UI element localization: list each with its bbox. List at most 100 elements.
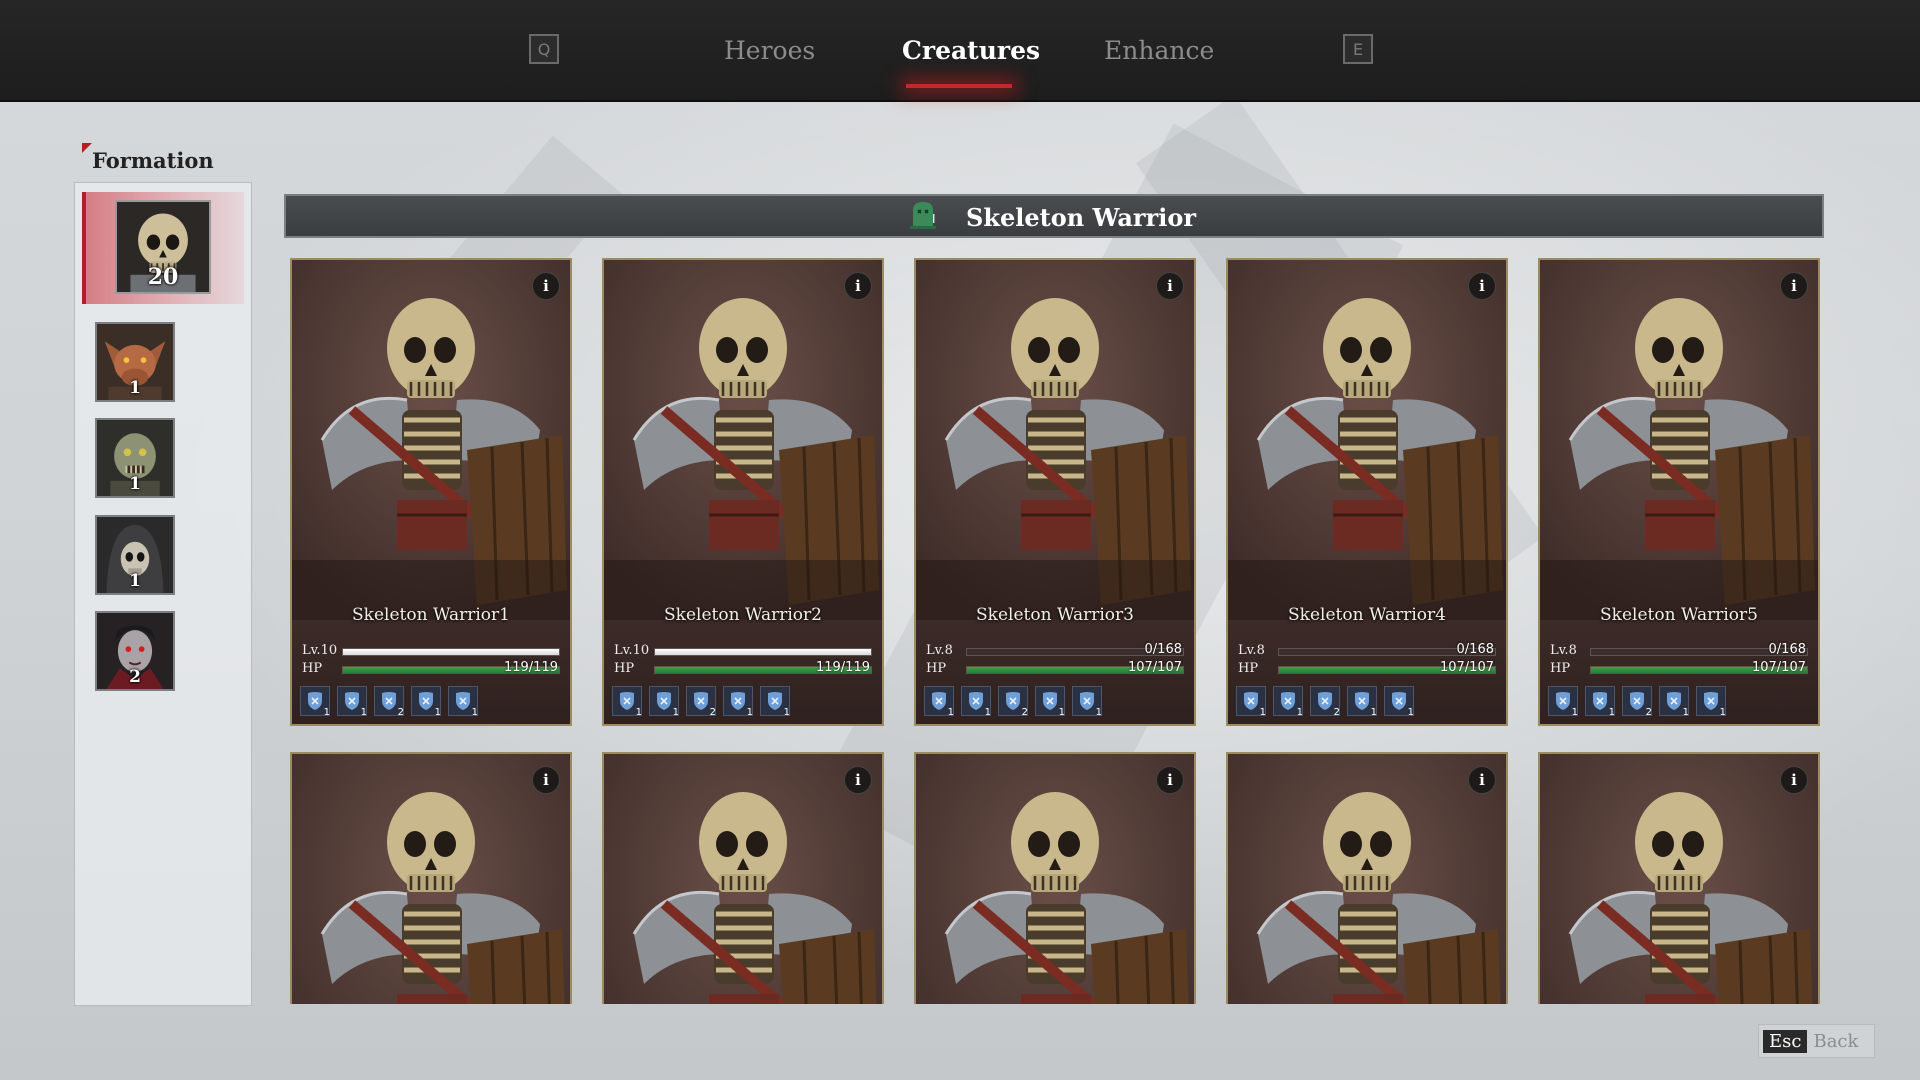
skill-level: 2 <box>397 707 404 718</box>
level-row: Lv.10 <box>302 643 560 658</box>
skill-level: 1 <box>783 707 790 718</box>
back-button[interactable]: Esc Back <box>1758 1024 1876 1058</box>
level-label: Lv.8 <box>1550 643 1577 658</box>
skill-level: 1 <box>746 707 753 718</box>
skill-slot[interactable]: 2 <box>1622 686 1652 718</box>
tab-heroes[interactable]: Heroes <box>724 36 815 65</box>
skill-list: 1 1 2 1 1 <box>300 686 478 718</box>
creature-card[interactable]: i Skeleton Warrior5 Lv.8 0/168 HP 107/10… <box>1538 258 1820 726</box>
skill-slot[interactable]: 1 <box>924 686 954 718</box>
card-info-button[interactable]: i <box>844 766 872 794</box>
hp-row: HP 119/119 <box>614 660 872 676</box>
tab-creatures[interactable]: Creatures <box>902 36 1040 65</box>
level-label: Lv.10 <box>614 643 650 658</box>
hp-label: HP <box>1550 661 1571 676</box>
unit-type-header: I Skeleton Warrior <box>284 194 1824 238</box>
creature-card[interactable]: i Skeleton Warrior3 Lv.8 0/168 HP 107/10… <box>914 258 1196 726</box>
skill-level: 1 <box>947 707 954 718</box>
formation-slot-vampire[interactable]: 2 <box>95 611 175 691</box>
skill-slot[interactable]: 1 <box>1659 686 1689 718</box>
creature-card[interactable]: i Skeleton Warrior2 Lv.10 HP 119/119 1 1… <box>602 258 884 726</box>
level-label: Lv.10 <box>302 643 338 658</box>
card-info-button[interactable]: i <box>1156 766 1184 794</box>
creature-card[interactable]: i <box>1538 752 1820 1004</box>
formation-marker <box>82 143 92 153</box>
skill-slot[interactable]: 1 <box>612 686 642 718</box>
skill-level: 1 <box>1571 707 1578 718</box>
skill-slot[interactable]: 1 <box>337 686 367 718</box>
hp-row: HP 119/119 <box>302 660 560 676</box>
tab-enhance[interactable]: Enhance <box>1104 36 1214 65</box>
formation-slot-hooded-skeleton[interactable]: 1 <box>95 515 175 595</box>
card-info-button[interactable]: i <box>844 272 872 300</box>
hp-row: HP 107/107 <box>926 660 1184 676</box>
formation-slot-skeleton[interactable]: 20 <box>115 200 211 294</box>
skill-slot[interactable]: 1 <box>1696 686 1726 718</box>
formation-slot-zombie[interactable]: 1 <box>95 418 175 498</box>
skill-slot[interactable]: 2 <box>686 686 716 718</box>
card-unit-name: Skeleton Warrior1 <box>352 605 510 625</box>
skill-level: 1 <box>1608 707 1615 718</box>
creature-card[interactable]: i <box>602 752 884 1004</box>
skill-level: 1 <box>1058 707 1065 718</box>
skill-level: 1 <box>360 707 367 718</box>
skeleton-warrior-art-icon <box>1540 260 1818 620</box>
skill-list: 1 1 2 1 1 <box>1548 686 1726 718</box>
skill-level: 1 <box>471 707 478 718</box>
level-label: Lv.8 <box>926 643 953 658</box>
card-info-button[interactable]: i <box>1780 272 1808 300</box>
card-info-button[interactable]: i <box>1780 766 1808 794</box>
formation-slot-kobold[interactable]: 1 <box>95 322 175 402</box>
skill-slot[interactable]: 2 <box>374 686 404 718</box>
card-info-button[interactable]: i <box>1468 766 1496 794</box>
skill-slot[interactable]: 1 <box>1273 686 1303 718</box>
top-nav-bar: Q Heroes Creatures Enhance E <box>0 0 1920 102</box>
skill-list: 1 1 2 1 1 <box>612 686 790 718</box>
skill-slot[interactable]: 1 <box>1585 686 1615 718</box>
card-unit-name: Skeleton Warrior4 <box>1288 605 1446 625</box>
skill-slot[interactable]: 1 <box>448 686 478 718</box>
skill-slot[interactable]: 1 <box>411 686 441 718</box>
card-info-button[interactable]: i <box>532 766 560 794</box>
skill-slot[interactable]: 1 <box>1072 686 1102 718</box>
skill-slot[interactable]: 2 <box>998 686 1028 718</box>
creature-card[interactable]: i <box>1226 752 1508 1004</box>
card-info-button[interactable]: i <box>1468 272 1496 300</box>
creature-card[interactable]: i Skeleton Warrior4 Lv.8 0/168 HP 107/10… <box>1226 258 1508 726</box>
card-unit-name: Skeleton Warrior3 <box>976 605 1134 625</box>
skill-slot[interactable]: 1 <box>760 686 790 718</box>
skill-slot[interactable]: 1 <box>1384 686 1414 718</box>
creature-card[interactable]: i <box>914 752 1196 1004</box>
skeleton-warrior-art-icon <box>1228 754 1506 1004</box>
skill-slot[interactable]: 1 <box>300 686 330 718</box>
creature-card[interactable]: i <box>290 752 572 1004</box>
skill-slot[interactable]: 1 <box>1548 686 1578 718</box>
card-info-button[interactable]: i <box>1156 272 1184 300</box>
skill-slot[interactable]: 1 <box>649 686 679 718</box>
back-label: Back <box>1813 1030 1859 1052</box>
prev-tab-key-button[interactable]: Q <box>529 34 559 64</box>
skill-slot[interactable]: 1 <box>723 686 753 718</box>
skill-slot[interactable]: 1 <box>1236 686 1266 718</box>
hp-label: HP <box>614 661 635 676</box>
next-tab-key-button[interactable]: E <box>1343 34 1373 64</box>
skill-slot[interactable]: 2 <box>1310 686 1340 718</box>
skill-level: 1 <box>1259 707 1266 718</box>
active-tab-indicator <box>906 84 1012 88</box>
hp-value: 107/107 <box>1127 660 1182 675</box>
level-label: Lv.8 <box>1238 643 1265 658</box>
hp-value: 107/107 <box>1751 660 1806 675</box>
skill-slot[interactable]: 1 <box>1035 686 1065 718</box>
skeleton-warrior-art-icon <box>604 260 882 620</box>
skill-level: 1 <box>1719 707 1726 718</box>
slot-count: 2 <box>129 667 141 687</box>
card-info-button[interactable]: i <box>532 272 560 300</box>
formation-title: Formation <box>92 148 214 173</box>
skill-slot[interactable]: 1 <box>1347 686 1377 718</box>
skill-slot[interactable]: 1 <box>961 686 991 718</box>
skill-level: 2 <box>1645 707 1652 718</box>
xp-value: 0/168 <box>1144 642 1182 657</box>
skill-level: 1 <box>323 707 330 718</box>
creature-card[interactable]: i Skeleton Warrior1 Lv.10 HP 119/119 1 1… <box>290 258 572 726</box>
xp-value: 0/168 <box>1768 642 1806 657</box>
